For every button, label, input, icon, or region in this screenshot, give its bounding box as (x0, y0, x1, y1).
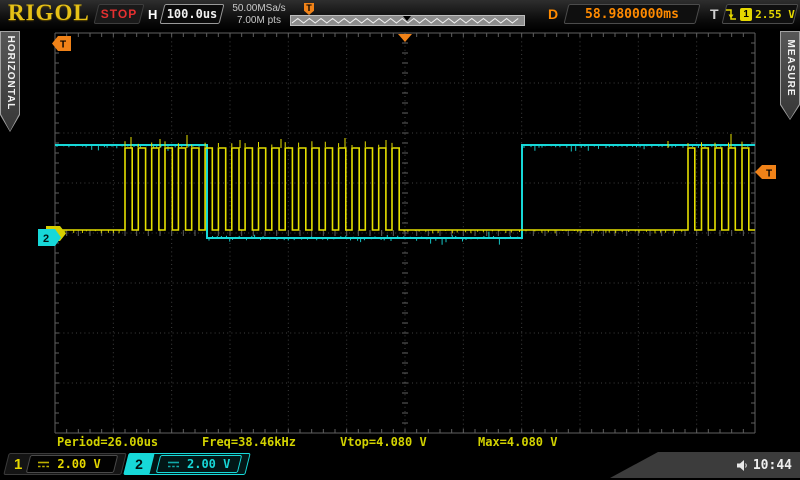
memory-waveform-preview[interactable]: T (290, 15, 525, 26)
graticule (55, 33, 755, 433)
measurement-period: Period=26.00us (57, 435, 158, 449)
channel1-block[interactable]: 1 2.00 V (6, 453, 124, 475)
brand-logo: RIGOL (8, 0, 90, 26)
trigger-position-icon[interactable] (398, 34, 412, 42)
acquisition-info: 50.00MSa/s 7.00M pts (226, 3, 292, 27)
measurement-max: Max=4.080 V (478, 435, 557, 449)
memory-depth: 7.00M pts (226, 15, 292, 27)
tab-horizontal-label: HORIZONTAL (0, 31, 20, 115)
trigger-settings-box[interactable]: 1 2.55 V (724, 4, 796, 24)
sample-rate: 50.00MSa/s (226, 3, 292, 15)
tab-measure[interactable]: MEASURE (780, 31, 800, 120)
svg-text:2: 2 (43, 233, 49, 245)
svg-text:T: T (766, 169, 772, 180)
timebase-box[interactable]: 100.0us (162, 4, 222, 24)
top-bar: RIGOL STOP H 100.0us 50.00MSa/s 7.00M pt… (0, 0, 800, 30)
channel2-block[interactable]: 2 2.00 V (126, 453, 248, 475)
dc-coupling-icon (37, 460, 50, 469)
measurement-vtop: Vtop=4.080 V (340, 435, 427, 449)
tab-measure-label: MEASURE (780, 31, 800, 105)
oscilloscope-screen: RIGOL STOP H 100.0us 50.00MSa/s 7.00M pt… (0, 0, 800, 480)
graticule-and-traces: T T 2 (0, 30, 800, 452)
channel2-scale-box: 2.00 V (158, 455, 240, 473)
channel2-number-badge: 2 (126, 453, 152, 475)
clock-time: 10:44 (753, 458, 792, 473)
run-stop-status[interactable]: STOP (96, 4, 142, 24)
trigger-level-value: 2.55 V (755, 8, 795, 21)
channel1-scale: 2.00 V (57, 457, 100, 471)
channel1-scale-box: 2.00 V (28, 455, 116, 473)
trigger-source-badge: 1 (740, 8, 752, 21)
preview-trigger-icon[interactable]: T (304, 3, 314, 15)
timebase-value: 100.0us (167, 7, 218, 21)
delay-value: 58.9800000ms (585, 7, 679, 22)
channel2-number: 2 (126, 453, 152, 475)
stop-label: STOP (101, 7, 137, 21)
channel1-number: 1 (14, 456, 22, 473)
delay-box[interactable]: 58.9800000ms (566, 4, 698, 24)
falling-edge-icon (725, 8, 737, 21)
channel2-scale: 2.00 V (187, 457, 230, 471)
trigger-indicator: T (710, 6, 719, 22)
measurement-freq: Freq=38.46kHz (202, 435, 296, 449)
speaker-icon (736, 459, 749, 472)
svg-text:T: T (60, 40, 66, 51)
preview-center-notch-icon (403, 16, 411, 21)
bottom-bar: 1 2.00 V 2 (0, 452, 800, 480)
horizontal-indicator: H (148, 7, 157, 22)
tab-horizontal[interactable]: HORIZONTAL (0, 31, 20, 132)
trigger-level-marker[interactable]: T (755, 165, 776, 180)
dc-coupling-icon (167, 460, 180, 469)
delay-indicator: D (548, 6, 558, 22)
waveform-display: T T 2 HORIZONTAL MEASURE Period=26.00us (0, 30, 800, 452)
clock-block: 10:44 (610, 452, 800, 478)
